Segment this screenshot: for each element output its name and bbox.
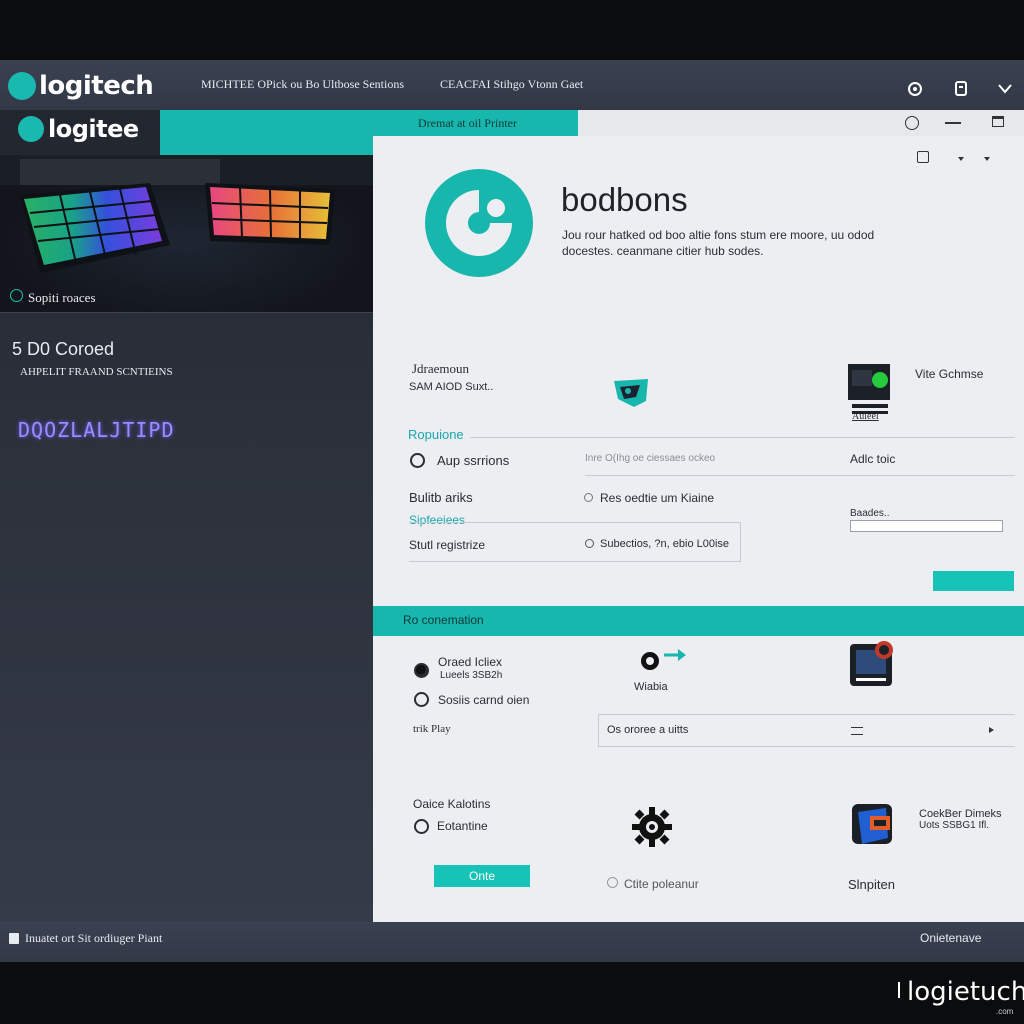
header-bar: logitech MICHTEE OPick ou Bo Ultbose Sen… (0, 60, 1024, 110)
radio-eotantine-label: Eotantine (437, 819, 488, 833)
menu-item-1[interactable]: MICHTEE OPick ou Bo Ultbose Sentions (201, 77, 404, 92)
dropdown-arrow-1-icon[interactable] (958, 157, 964, 161)
progress-label: Baades.. (850, 508, 890, 519)
right-sub: Uots SSBG1 Ifl. (919, 820, 990, 831)
hero-caption[interactable]: Sopiti roaces (28, 290, 96, 306)
section1-sub: SAM AIOD Suxt.. (409, 381, 494, 393)
status-mid-text: Subectios, ?n, ebio L00ise (600, 538, 730, 550)
section1-link[interactable]: Ropuione (408, 427, 464, 442)
profile-desc-1: Jou rour hatked od boo altie fons stum e… (562, 228, 875, 242)
logitech-g-icon-small (18, 116, 44, 142)
minimize-icon[interactable] (945, 122, 961, 124)
gear-label-icon (607, 877, 618, 888)
status-label: Stutl registrize (409, 538, 486, 552)
radio-oraed-label: Oraed Icliex (438, 655, 503, 669)
play-arrow-icon[interactable] (989, 727, 994, 733)
footer-left[interactable]: Inuatet ort Sit ordiuger Piant (25, 931, 162, 946)
radio-aup-label: Aup ssrrions (437, 453, 510, 468)
maximize-icon[interactable] (992, 116, 1004, 127)
row1-mid-text: Inre O(Ihg oe ciessaes ockeo (585, 453, 716, 464)
sidebar-heading: 5 D0 Coroed (12, 339, 115, 359)
section1-title: Jdraemoun (412, 361, 470, 376)
dropdown-value: Os ororee a uitts (607, 724, 689, 736)
brand-primary: logitech (39, 71, 154, 101)
radio-oraed-sub: Lueels 3SB2h (440, 670, 503, 681)
brand-logo[interactable]: logitech (8, 70, 154, 102)
onte-button[interactable]: Onte (434, 865, 530, 887)
radio-eotantine[interactable] (414, 819, 429, 834)
top-letterbox (0, 0, 1024, 60)
right-title: CoekBer Dimeks (919, 808, 1002, 820)
watermark-logo: logietuch (907, 977, 1024, 1007)
footer-doc-icon (9, 933, 19, 944)
status-radio-icon[interactable] (585, 539, 594, 548)
gear-icon[interactable] (630, 805, 674, 849)
radio-sosiis[interactable] (414, 692, 429, 707)
option-title: Oaice Kalotins (413, 797, 491, 811)
footer-right[interactable]: Onietenave (920, 931, 981, 945)
device-badge: Auleel (852, 411, 879, 422)
build-label: Bulitb ariks (409, 490, 473, 505)
dropdown-arrow-2-icon[interactable] (984, 157, 990, 161)
profile-logo-icon (424, 168, 534, 278)
divider-1 (470, 437, 1015, 438)
active-tab[interactable]: Dremat at oil Printer (418, 116, 517, 131)
app-window: logitech MICHTEE OPick ou Bo Ultbose Sen… (0, 0, 1024, 1024)
row1-right-text: Adlc toic (850, 452, 896, 466)
divider-2 (585, 475, 1015, 476)
profile-desc-2: docestes. ceanmane citier hub sodes. (562, 244, 764, 258)
radio-oraed[interactable] (414, 663, 429, 678)
arrow-icon[interactable] (640, 646, 688, 672)
icon1-label: Wiabia (634, 681, 668, 693)
menu-item-2[interactable]: CEACFAI Stihgo Vtonn Gaet (440, 77, 583, 92)
play-label: trik Play (413, 723, 451, 735)
logitech-g-icon (8, 72, 36, 100)
controller-icon[interactable] (848, 798, 906, 856)
panel-tool-icon[interactable] (917, 151, 929, 163)
device-label: Vite Gchmse (915, 367, 984, 381)
watermark-sub: .com (996, 1007, 1014, 1016)
badge-icon[interactable] (848, 640, 896, 690)
watermark-bar (898, 982, 900, 998)
game-icon[interactable] (612, 377, 650, 409)
hero-circle-icon (10, 289, 23, 302)
build-mid-text: Res oedtie um Kiaine (600, 491, 715, 505)
radio-sosiis-label: Sosiis carnd oien (438, 693, 530, 707)
brand-secondary: logitee (48, 115, 139, 143)
gear-label: Ctite poleanur (624, 877, 699, 891)
profile-title: bodbons (561, 181, 688, 218)
bottom-letterbox (0, 962, 1024, 1024)
circle-icon[interactable] (905, 116, 919, 130)
chevron-down-icon[interactable] (997, 82, 1013, 96)
hamburger-icon[interactable] (851, 727, 863, 735)
sidebar-subheading: AHPELIT FRAAND SCNTIEINS (20, 366, 173, 378)
copy-icon[interactable] (953, 80, 969, 98)
progress-bar (850, 520, 1003, 532)
build-radio-icon[interactable] (584, 493, 593, 502)
section2-title: Ro conemation (403, 613, 484, 627)
neon-label: DQOZLALJTIPD (18, 418, 175, 442)
settings-icon[interactable] (906, 80, 924, 98)
apply-button[interactable] (933, 571, 1014, 591)
radio-aup[interactable] (410, 453, 425, 468)
right-name: Slnpiten (848, 877, 895, 892)
secondary-logo: logitee (18, 113, 139, 145)
